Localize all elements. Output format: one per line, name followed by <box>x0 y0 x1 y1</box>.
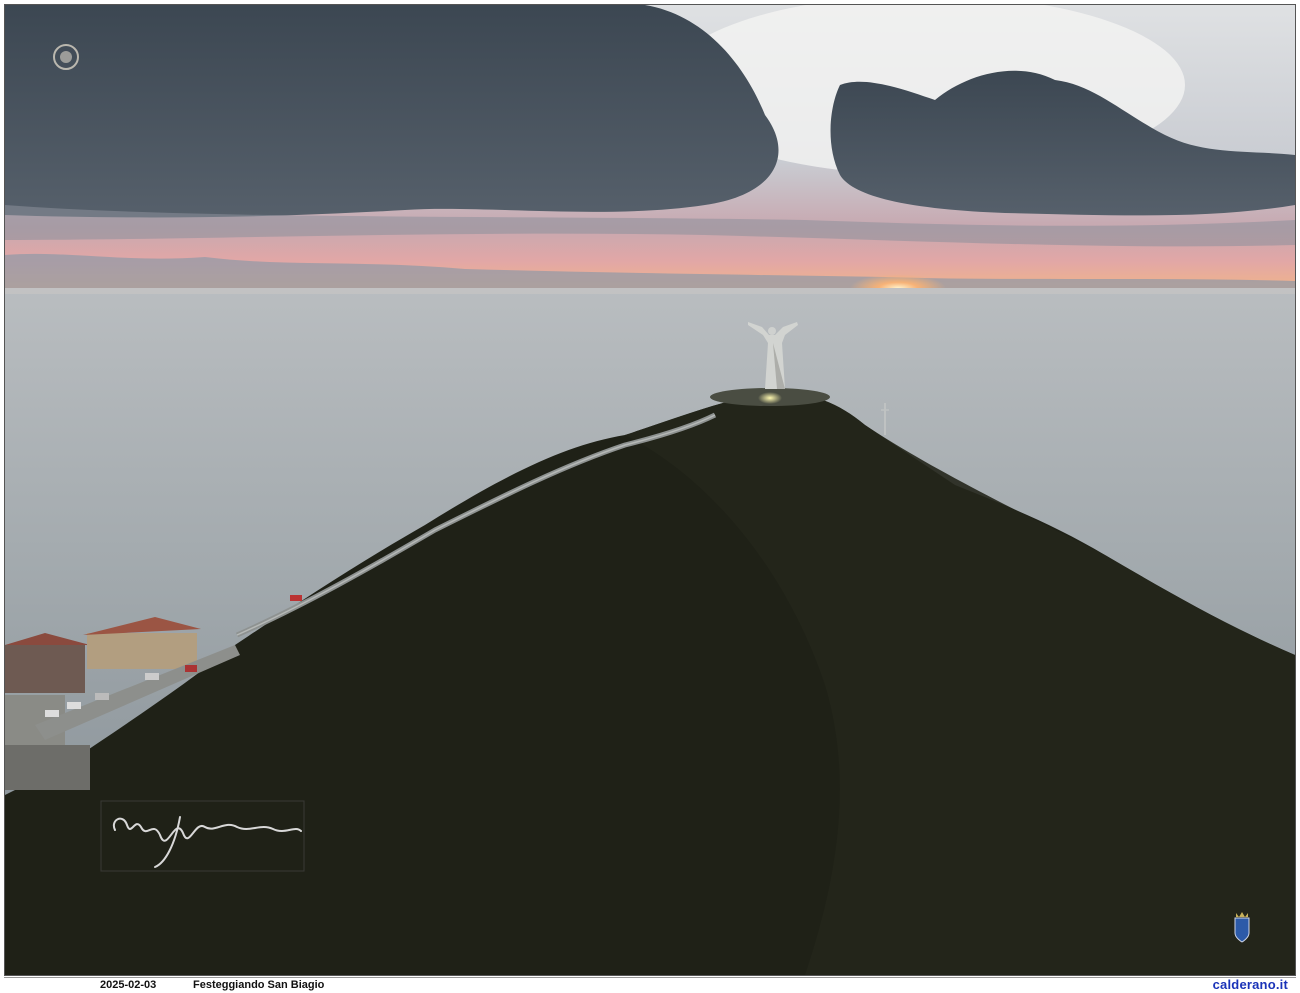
statue-floodlight <box>758 392 782 404</box>
caption-title: Festeggiando San Biagio <box>193 979 325 991</box>
caption-bar: 2025-02-03 Festeggiando San Biagio calde… <box>4 977 1296 993</box>
caption-date: 2025-02-03 <box>100 979 157 991</box>
storm-clouds-left <box>5 5 779 218</box>
coat-of-arms-icon <box>1234 912 1250 943</box>
caption-site-link[interactable]: calderano.it <box>1213 977 1288 992</box>
photo-frame <box>4 4 1296 976</box>
sunset-statue-photo <box>5 5 1295 975</box>
